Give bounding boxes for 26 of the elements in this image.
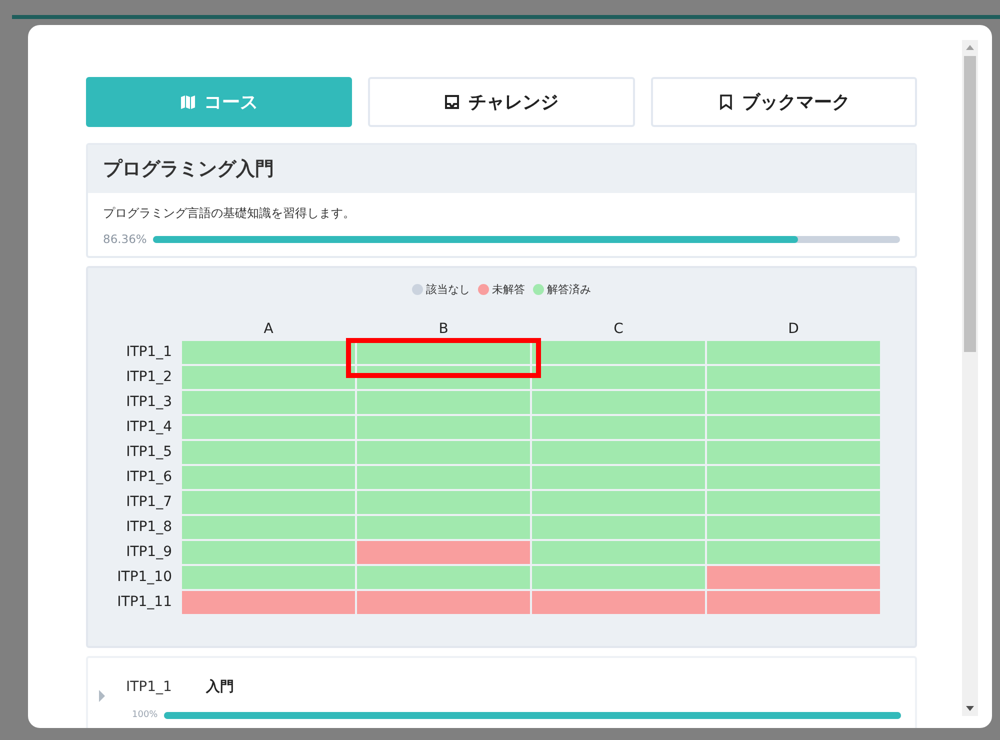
row-label: ITP1_6 [125, 468, 173, 487]
column-header: A [262, 321, 274, 339]
tab[interactable]: ブックマーク [650, 77, 917, 127]
progress-text: 100% [132, 710, 158, 720]
lesson-id: ITP1_1 [126, 679, 172, 695]
course-title: プログラミング入門 [103, 157, 274, 182]
legend-label: 未解答 [492, 282, 525, 297]
legend-label: 該当なし [426, 282, 470, 297]
tab[interactable]: チャレンジ [368, 77, 635, 127]
row-label: ITP1_3 [125, 393, 173, 412]
row-label: ITP1_9 [125, 543, 173, 562]
row-label: ITP1_2 [125, 368, 173, 387]
lesson-title: 入門 [206, 678, 234, 696]
course-description: プログラミング言語の基礎知識を習得します。 [103, 205, 356, 222]
row-label: ITP1_10 [116, 568, 173, 587]
row-label: ITP1_8 [125, 518, 173, 537]
column-header: B [438, 321, 450, 339]
legend-label: 解答済み [547, 282, 591, 297]
progress-text: 86.36% [103, 232, 147, 246]
row-label: ITP1_11 [116, 593, 173, 612]
column-header: C [612, 321, 624, 339]
column-header: D [787, 321, 800, 339]
row-label: ITP1_7 [125, 493, 173, 512]
row-label: ITP1_5 [125, 443, 173, 462]
row-label: ITP1_4 [125, 418, 173, 437]
row-label: ITP1_1 [125, 343, 173, 362]
